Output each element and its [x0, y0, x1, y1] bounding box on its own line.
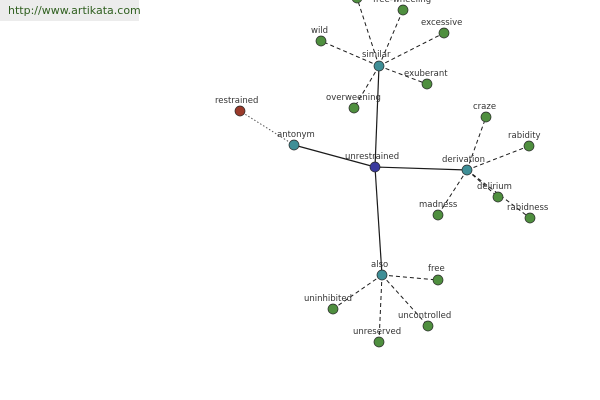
node-unrestrained[interactable] — [369, 161, 381, 173]
node-rabidness[interactable] — [524, 212, 536, 224]
label-madness[interactable]: madness — [419, 200, 458, 210]
node-uninhibited[interactable] — [327, 303, 339, 315]
label-uncontrolled[interactable]: uncontrolled — [398, 311, 451, 321]
node-free[interactable] — [432, 274, 444, 286]
node-derivation[interactable] — [461, 164, 473, 176]
label-unrestrained[interactable]: unrestrained — [345, 152, 399, 162]
label-similar[interactable]: similar — [362, 50, 391, 60]
label-overweening[interactable]: overweening — [326, 93, 381, 103]
node-rabidity[interactable] — [523, 140, 535, 152]
labels: unrestrained similar antonym derivation … — [215, 0, 549, 337]
label-wild[interactable]: wild — [311, 26, 328, 36]
label-rabidness[interactable]: rabidness — [507, 203, 549, 213]
edge-unrestrained-derivation — [374, 166, 468, 171]
node-delirium[interactable] — [492, 191, 504, 203]
label-unreserved[interactable]: unreserved — [353, 327, 401, 337]
label-craze[interactable]: craze — [473, 102, 496, 112]
label-freewheeling[interactable]: free-wheeling — [373, 0, 431, 5]
label-excessive[interactable]: excessive — [421, 18, 462, 28]
node-craze[interactable] — [480, 111, 492, 123]
label-exuberant[interactable]: exuberant — [404, 69, 448, 79]
node-freewheeling-b[interactable] — [397, 4, 409, 16]
node-overweening[interactable] — [348, 102, 360, 114]
label-rabidity[interactable]: rabidity — [508, 131, 541, 141]
label-delirium[interactable]: delirium — [477, 182, 512, 192]
edge-also-free — [381, 274, 439, 281]
node-freewheeling-a[interactable] — [352, 0, 362, 4]
label-antonym[interactable]: antonym — [277, 130, 315, 140]
node-exuberant[interactable] — [421, 78, 433, 90]
node-madness[interactable] — [432, 209, 444, 221]
node-unreserved[interactable] — [373, 336, 385, 348]
label-restrained[interactable]: restrained — [215, 96, 258, 106]
node-uncontrolled[interactable] — [422, 320, 434, 332]
label-uninhibited[interactable]: uninhibited — [304, 294, 352, 304]
node-antonym[interactable] — [288, 139, 300, 151]
node-restrained[interactable] — [234, 105, 246, 117]
node-wild[interactable] — [315, 35, 327, 47]
label-free[interactable]: free — [428, 264, 445, 274]
edge-unrestrained-also — [374, 166, 383, 276]
label-derivation[interactable]: derivation — [442, 155, 485, 165]
word-graph: unrestrained similar antonym derivation … — [215, 0, 549, 348]
label-also[interactable]: also — [371, 260, 388, 270]
node-also[interactable] — [376, 269, 388, 281]
node-excessive[interactable] — [438, 27, 450, 39]
graph-stage: http://www.artikata.com unrestrained sim… — [0, 0, 600, 400]
node-similar[interactable] — [373, 60, 385, 72]
